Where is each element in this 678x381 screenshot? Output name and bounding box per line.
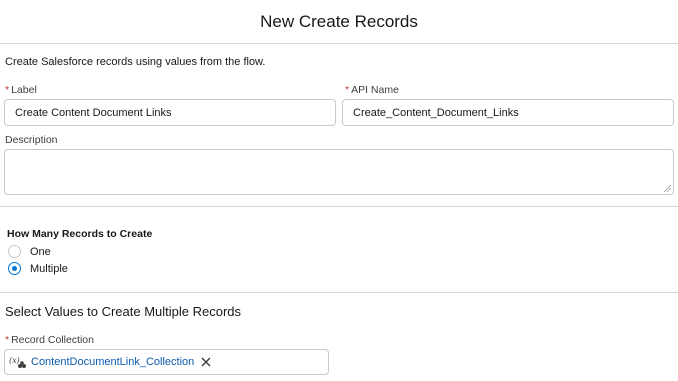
section-divider — [0, 206, 678, 207]
record-collection-label-text: Record Collection — [11, 334, 94, 346]
radio-multiple-label: Multiple — [30, 262, 68, 275]
description-field-label: Description — [5, 134, 58, 146]
record-collection-field-label: * Record Collection — [5, 334, 94, 346]
section-divider — [0, 292, 678, 293]
variable-icon: (x) — [9, 356, 26, 368]
record-collection-pill[interactable]: (x) ContentDocumentLink_Collection — [9, 353, 212, 371]
description-textarea[interactable] — [4, 149, 674, 195]
radio-option-multiple[interactable]: Multiple — [8, 262, 68, 275]
svg-text:(x): (x) — [9, 356, 20, 365]
required-mark: * — [345, 84, 350, 96]
record-collection-pill-label: ContentDocumentLink_Collection — [31, 356, 195, 368]
label-input-value: Create Content Document Links — [15, 106, 172, 119]
modal-title: New Create Records — [260, 11, 418, 31]
radio-one[interactable] — [8, 245, 21, 258]
resize-grip-icon[interactable] — [664, 185, 671, 192]
multiple-records-heading: Select Values to Create Multiple Records — [5, 304, 242, 319]
label-field-label-text: Label — [11, 84, 37, 96]
radio-one-label: One — [30, 245, 51, 258]
radio-option-one[interactable]: One — [8, 245, 51, 258]
api-name-input-value: Create_Content_Document_Links — [353, 106, 519, 119]
api-name-field-label: * API Name — [345, 84, 399, 96]
api-name-field-label-text: API Name — [351, 84, 399, 96]
remove-pill-icon[interactable] — [200, 356, 212, 368]
radio-multiple[interactable] — [8, 262, 21, 275]
record-collection-input[interactable]: (x) ContentDocumentLink_Collection — [4, 349, 329, 375]
intro-text: Create Salesforce records using values f… — [5, 56, 266, 68]
label-input[interactable]: Create Content Document Links — [4, 99, 336, 126]
how-many-label: How Many Records to Create — [7, 228, 153, 240]
modal-header: New Create Records — [0, 0, 678, 44]
required-mark: * — [5, 84, 10, 96]
label-field-label: * Label — [5, 84, 37, 96]
required-mark: * — [5, 334, 10, 346]
api-name-input[interactable]: Create_Content_Document_Links — [342, 99, 674, 126]
